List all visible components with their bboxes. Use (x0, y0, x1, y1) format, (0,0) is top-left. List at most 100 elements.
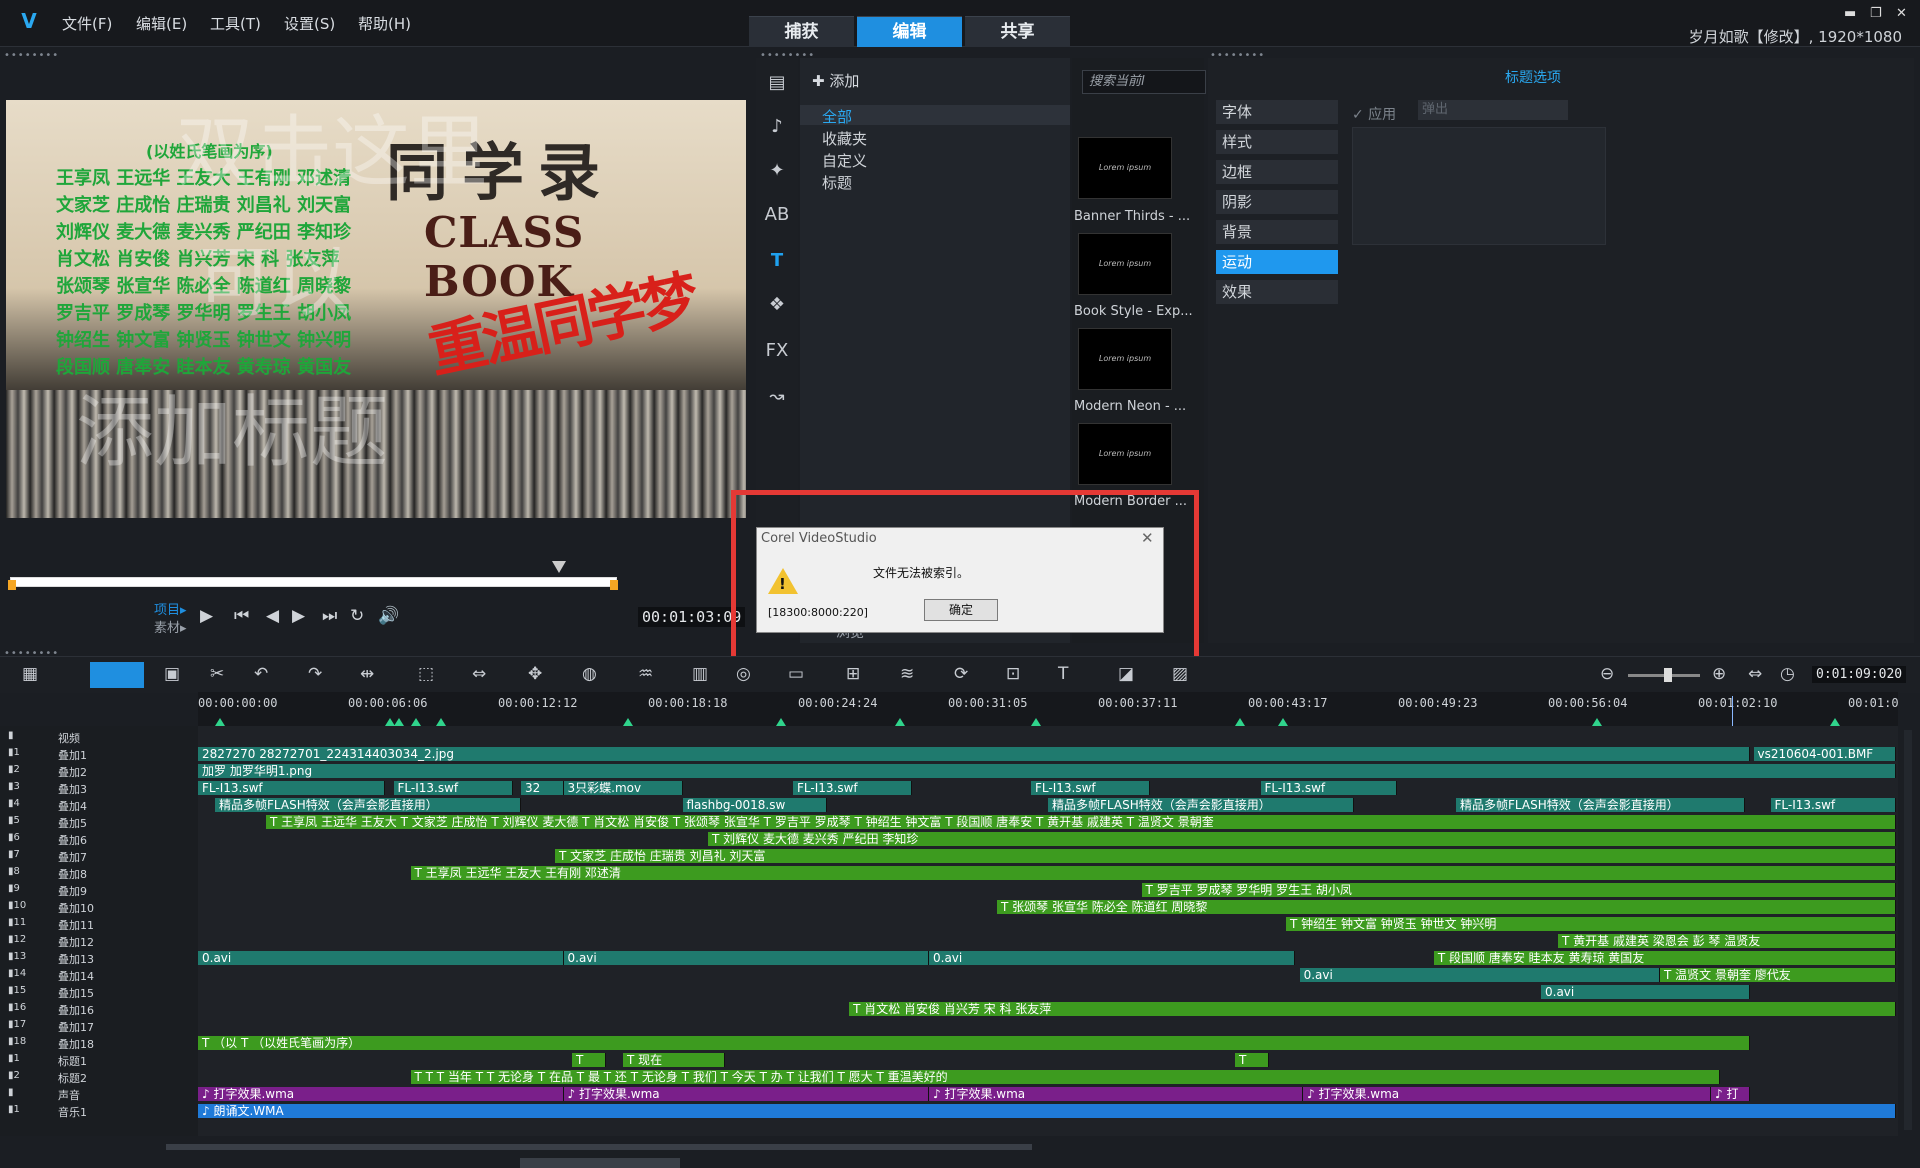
zoom-in-icon[interactable]: ⊕ (1712, 664, 1726, 684)
color-icon[interactable]: ◍ (582, 664, 597, 684)
zoom-slider-knob[interactable] (1664, 668, 1672, 682)
scene-marker[interactable] (1592, 718, 1602, 726)
option-font[interactable]: 字体 (1216, 100, 1338, 124)
audio-icon[interactable]: ♪ (764, 114, 790, 140)
go-start-icon[interactable]: ⏮ (234, 606, 249, 626)
title-thumbnail[interactable]: Lorem ipsum (1078, 328, 1172, 390)
scene-marker[interactable] (1031, 718, 1041, 726)
timeline-clip[interactable]: ♪ 打字效果.wma (1303, 1087, 1711, 1101)
timeline-clip[interactable]: FL-I13.swf (393, 781, 513, 795)
mask-icon[interactable]: ◪ (1118, 664, 1134, 684)
move-icon[interactable]: ✥ (528, 664, 542, 684)
scene-marker[interactable] (215, 718, 225, 726)
ok-button[interactable]: 确定 (924, 599, 998, 621)
timeline-clip[interactable]: 加罗 加罗华明1.png (198, 764, 1897, 778)
play-icon[interactable]: ▶ (200, 606, 213, 626)
timeline-clip[interactable]: 0.avi (929, 951, 1295, 965)
timeline-clip[interactable]: T 王享凤 王远华 王友大 T 文家芝 庄成怡 T 刘辉仪 麦大德 T 肖文松 … (266, 815, 1897, 829)
category-title[interactable]: 标题 (822, 172, 852, 193)
prev-frame-icon[interactable]: ◀ (266, 606, 279, 626)
option-shadow[interactable]: 阴影 (1216, 190, 1338, 214)
timeline-clip[interactable]: T （以 T （以姓氏笔画为序） (198, 1036, 1751, 1050)
scene-marker[interactable] (1235, 718, 1245, 726)
track-icon[interactable]: ▮4 (8, 798, 20, 809)
timeline-clip[interactable]: FL-I13.swf (198, 781, 385, 795)
maximize-icon[interactable]: ❐ (1870, 6, 1882, 21)
option-border[interactable]: 边框 (1216, 160, 1338, 184)
multicam-icon[interactable]: ▥ (692, 664, 708, 684)
title-thumbnail[interactable]: Lorem ipsum (1078, 423, 1172, 485)
menu-edit[interactable]: 编辑(E) (136, 13, 187, 34)
timeline-clip[interactable]: FL-I13.swf (1260, 781, 1397, 795)
track-icon[interactable]: ▮10 (8, 900, 26, 911)
track-icon[interactable]: ▮9 (8, 883, 20, 894)
timeline-clip[interactable]: flashbg-0018.sw (682, 798, 827, 812)
timeline-clip[interactable]: T 文家芝 庄成怡 庄瑞贵 刘昌礼 刘天富 (555, 849, 1897, 863)
timeline-clip[interactable]: FL-I13.swf (793, 781, 912, 795)
track-icon[interactable]: ▮1 (8, 1053, 20, 1064)
timeline-clip[interactable]: T (1235, 1053, 1269, 1067)
track-icon[interactable]: ▮7 (8, 849, 20, 860)
track-icon[interactable]: ▮ (8, 1087, 14, 1098)
track-icon[interactable]: ▮2 (8, 1070, 20, 1081)
rotate-icon[interactable]: ⟳ (954, 664, 968, 684)
timeline-clip[interactable]: ♪ 打字效果.wma (563, 1087, 929, 1101)
track-icon[interactable]: ▮8 (8, 866, 20, 877)
zoom-out-icon[interactable]: ⊖ (1600, 664, 1614, 684)
menu-settings[interactable]: 设置(S) (284, 13, 335, 34)
graphics-icon[interactable]: ❖ (764, 292, 790, 318)
option-effect[interactable]: 效果 (1216, 280, 1338, 304)
track-icon[interactable]: ▮5 (8, 815, 20, 826)
media-icon[interactable]: ▤ (764, 70, 790, 96)
tab-capture[interactable]: 捕获 (749, 16, 854, 47)
timeline-clip[interactable]: 0.avi (563, 951, 929, 965)
timeline-clip[interactable]: 0.avi (1541, 985, 1751, 999)
timeline-clip[interactable]: 2827270 28272701_224314403034_2.jpg (198, 747, 1751, 761)
track-icon[interactable]: ▮1 (8, 747, 20, 758)
trim-icon[interactable]: ✂ (210, 664, 224, 684)
timeline-clip[interactable]: T 张颂琴 张宣华 陈必全 陈道红 周晓黎 (997, 900, 1897, 914)
option-style[interactable]: 样式 (1216, 130, 1338, 154)
track-icon[interactable]: ▮ (8, 730, 14, 741)
timeline-clip[interactable]: T 罗吉平 罗成琴 罗华明 罗生王 胡小凤 (1141, 883, 1897, 897)
timeline-clip[interactable]: FL-I13.swf (1770, 798, 1897, 812)
track-icon[interactable]: ▮16 (8, 1002, 26, 1013)
undo-icon[interactable]: ↶ (254, 664, 268, 684)
timeline-clip[interactable]: T 刘辉仪 麦大德 麦兴秀 严纪田 李知珍 (708, 832, 1897, 846)
scene-marker[interactable] (436, 718, 446, 726)
menu-tools[interactable]: 工具(T) (210, 13, 261, 34)
add-folder-button[interactable]: ✚ 添加 (812, 70, 859, 91)
track-icon[interactable]: ▮1 (8, 1104, 20, 1115)
fit-icon[interactable]: ⇹ (360, 664, 374, 684)
scene-marker[interactable] (1830, 718, 1840, 726)
timeline-clip[interactable]: ♪ 打字效果.wma (929, 1087, 1303, 1101)
timeline-clip[interactable]: T 肖文松 肖安俊 肖兴芳 宋 科 张友萍 (849, 1002, 1897, 1016)
track-icon[interactable]: ▮13 (8, 951, 26, 962)
track-icon[interactable]: ▮17 (8, 1019, 26, 1030)
category-custom[interactable]: 自定义 (822, 150, 867, 171)
instant-project-icon[interactable]: ✦ (764, 158, 790, 184)
render-icon[interactable]: ▨ (1172, 664, 1188, 684)
subtitle-icon[interactable]: ▭ (788, 664, 804, 684)
timeline-clip[interactable]: T 温贤文 景朝奎 廖代友 (1660, 968, 1897, 982)
3d-title-icon[interactable]: T (1058, 664, 1068, 684)
scene-marker[interactable] (776, 718, 786, 726)
track-icon[interactable]: ▮3 (8, 781, 20, 792)
track-icon[interactable]: ▮12 (8, 934, 26, 945)
timeline-clip[interactable]: T 钟绍生 钟文富 钟贤玉 钟世文 钟兴明 (1286, 917, 1897, 931)
timeline-clip[interactable]: ♪ 打字效果.wma (198, 1087, 564, 1101)
track-manager-icon[interactable]: ▣ (164, 664, 180, 684)
speed-icon[interactable]: ≋ (900, 664, 914, 684)
tab-share[interactable]: 共享 (965, 16, 1070, 47)
scene-marker[interactable] (623, 718, 633, 726)
track-icon[interactable]: ▮11 (8, 917, 26, 928)
timeline-clip[interactable]: 精品多帧FLASH特效（会声会影直接用） (1456, 798, 1745, 812)
timeline-view-button[interactable] (90, 662, 144, 688)
menu-help[interactable]: 帮助(H) (358, 13, 411, 34)
timeline-clip[interactable]: T 段国顺 唐奉安 眭本友 黄寿琼 黄国友 (1433, 951, 1897, 965)
path-icon[interactable]: ↝ (764, 384, 790, 410)
redo-icon[interactable]: ↷ (308, 664, 322, 684)
track-icon[interactable]: ▮18 (8, 1036, 26, 1047)
motion-type-select[interactable]: 弹出 (1418, 100, 1568, 120)
timeline-clip[interactable]: 0.avi (1299, 968, 1660, 982)
